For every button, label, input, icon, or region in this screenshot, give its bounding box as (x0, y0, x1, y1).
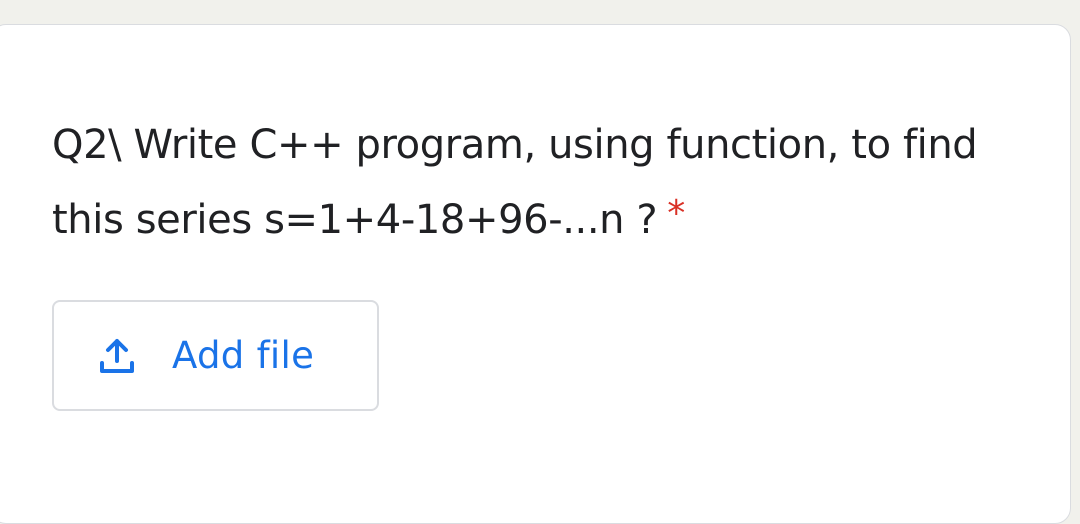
required-asterisk: * (667, 193, 685, 234)
question-card (0, 24, 1071, 524)
upload-icon (98, 337, 136, 375)
question-title: Q2\ Write C++ program, using function, t… (52, 108, 1032, 259)
add-file-button[interactable]: Add file (52, 300, 379, 411)
question-text: Q2\ Write C++ program, using function, t… (52, 122, 978, 243)
add-file-label: Add file (172, 334, 315, 377)
